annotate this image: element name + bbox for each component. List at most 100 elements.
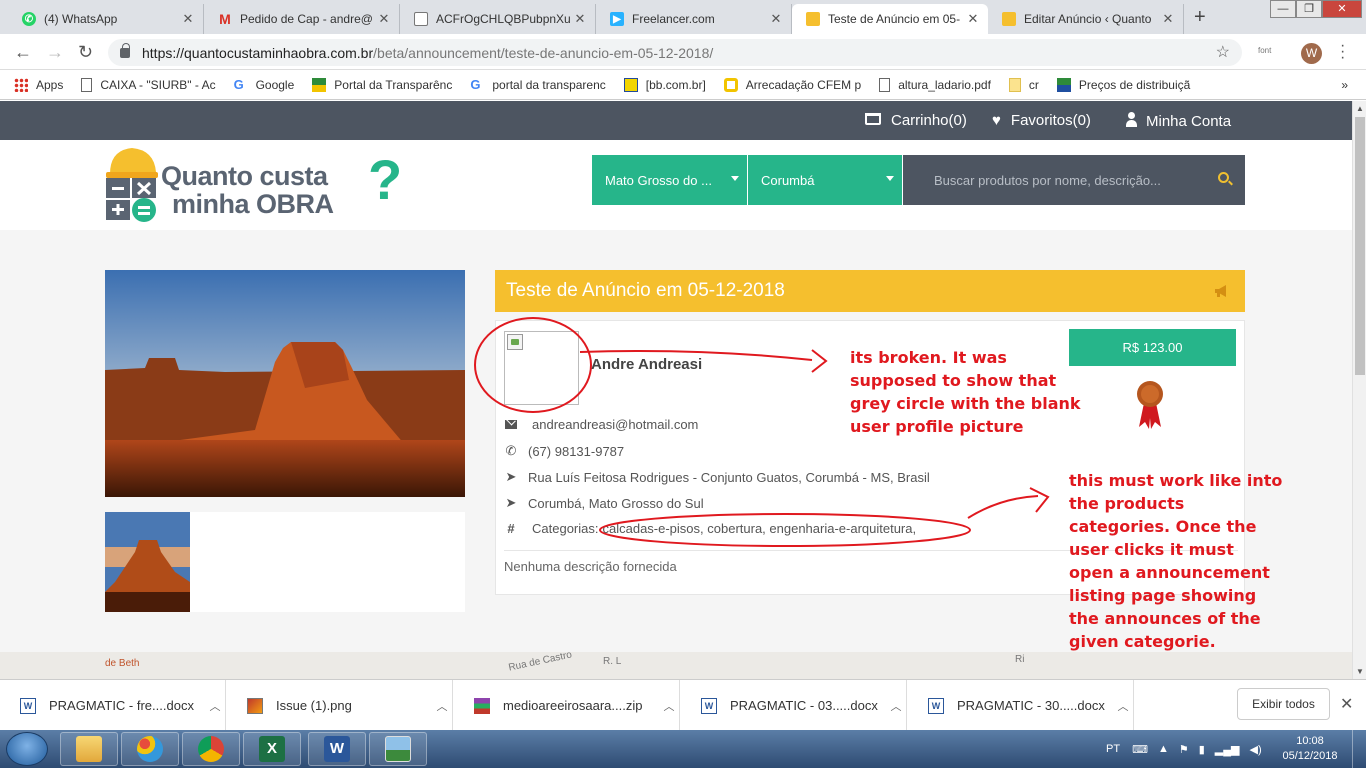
bookmark-google[interactable]: G Google [233, 76, 295, 92]
favorites-link[interactable]: ♥ Favoritos(0) [992, 112, 1091, 129]
scrollbar-thumb[interactable] [1355, 117, 1365, 375]
paint-palette-icon [137, 736, 163, 762]
power-icon[interactable]: ▮ [1199, 743, 1205, 756]
window-close-button[interactable]: ✕ [1322, 0, 1362, 18]
broken-image-icon [507, 334, 523, 350]
close-icon[interactable]: ✕ [181, 11, 195, 27]
tab-active-announcement[interactable]: Teste de Anúncio em 05- ✕ [792, 4, 988, 34]
download-item[interactable]: W PRAGMATIC - fre....docx ︿ [0, 680, 226, 731]
bookmark-cr[interactable]: cr [1008, 77, 1039, 92]
bookmark-precos[interactable]: Preços de distribuiçã [1056, 77, 1190, 92]
show-desktop-button[interactable] [1352, 730, 1366, 768]
photo-thumbnail-row [105, 512, 465, 612]
chevron-up-icon[interactable]: ︿ [205, 698, 225, 714]
downloads-bar: W PRAGMATIC - fre....docx ︿ Issue (1).pn… [0, 679, 1366, 731]
location-map[interactable]: de Beth R. L Rua de Castro Ri [0, 649, 1352, 679]
taskbar-photo-viewer[interactable] [369, 732, 427, 766]
profile-avatar[interactable]: W [1301, 43, 1322, 64]
chevron-up-icon[interactable]: ︿ [432, 698, 452, 714]
tab-gmail[interactable]: M Pedido de Cap - andre@ ✕ [204, 4, 400, 34]
network-icon[interactable]: ▂▄▆ [1215, 743, 1240, 756]
scroll-down-icon[interactable]: ▼ [1356, 667, 1364, 676]
tab-freelancer[interactable]: ▶ Freelancer.com ✕ [596, 4, 792, 34]
account-link[interactable]: Minha Conta [1126, 112, 1231, 130]
tab-edit-announcement[interactable]: Editar Anúncio ‹ Quanto ✕ [988, 4, 1184, 34]
phone-icon: ✆ [505, 443, 517, 458]
bookmark-bb[interactable]: [bb.com.br] [623, 77, 706, 92]
tab-document[interactable]: ACFrOgCHLQBPubpnXu ✕ [400, 4, 596, 34]
photo-thumbnail[interactable] [105, 512, 190, 612]
minimize-button[interactable]: — [1270, 0, 1296, 18]
bookmark-star-icon[interactable]: ☆ [1216, 42, 1230, 62]
menu-icon[interactable]: · · · [1340, 38, 1345, 66]
url-path: /beta/announcement/teste-de-anuncio-em-0… [373, 44, 714, 61]
word-icon: W [324, 736, 350, 762]
show-all-downloads-button[interactable]: Exibir todos [1237, 688, 1330, 720]
start-button[interactable] [6, 732, 48, 766]
folder-icon [1008, 77, 1021, 92]
close-icon[interactable]: ✕ [1340, 694, 1353, 714]
city-select[interactable]: Corumbá [748, 155, 902, 205]
url-field[interactable]: https://quantocustaminhaobra.com.br/beta… [108, 39, 1242, 66]
search-icon[interactable] [1218, 172, 1229, 183]
download-item[interactable]: medioareeirosaara....zip ︿ [454, 680, 680, 731]
new-tab-button[interactable]: + [1194, 6, 1206, 29]
browser-tab-strip: ✆ (4) WhatsApp ✕ M Pedido de Cap - andre… [0, 0, 1366, 34]
chevron-up-icon[interactable]: ︿ [886, 698, 906, 714]
maximize-button[interactable]: ❐ [1296, 0, 1322, 18]
chevron-up-icon[interactable]: ︿ [1113, 698, 1133, 714]
taskbar-chrome[interactable] [182, 732, 240, 766]
bookmark-portal-transparencia[interactable]: Portal da Transparênc [312, 77, 452, 92]
scroll-up-icon[interactable]: ▲ [1356, 104, 1364, 113]
forward-icon[interactable]: → [46, 42, 64, 63]
tab-whatsapp[interactable]: ✆ (4) WhatsApp ✕ [8, 4, 204, 34]
close-icon[interactable]: ✕ [769, 11, 783, 27]
annotation-line: open a announcement [1069, 563, 1270, 582]
keyboard-icon[interactable]: ⌨ [1132, 743, 1148, 756]
bookmark-portal-transparencia-2[interactable]: G portal da transparenc [470, 76, 605, 92]
taskbar-paint[interactable] [121, 732, 179, 766]
bookmark-caixa[interactable]: CAIXA - "SIURB" - Ac [81, 77, 216, 92]
close-icon[interactable]: ✕ [966, 11, 980, 27]
taskbar-explorer[interactable] [60, 732, 118, 766]
tab-title: Freelancer.com [632, 12, 715, 26]
bookmark-apps[interactable]: Apps [14, 77, 63, 92]
seller-email[interactable]: andreandreasi@hotmail.com [532, 417, 698, 432]
google-icon: G [470, 76, 481, 92]
close-icon[interactable]: ✕ [573, 11, 587, 27]
close-icon[interactable]: ✕ [377, 11, 391, 27]
show-hidden-icons-icon[interactable]: ▲ [1158, 743, 1169, 755]
annotation-line: user profile picture [850, 417, 1024, 436]
close-icon[interactable]: ✕ [1161, 11, 1175, 27]
categories-list[interactable]: calcadas-e-pisos, cobertura, engenharia-… [602, 521, 916, 536]
announcement-main-photo[interactable] [105, 270, 465, 497]
flag-icon[interactable]: ⚑ [1179, 743, 1189, 756]
site-icon [1002, 12, 1016, 26]
download-item[interactable]: Issue (1).png ︿ [227, 680, 453, 731]
cart-link[interactable]: Carrinho(0) [865, 112, 967, 129]
font-extension-icon[interactable]: font [1258, 46, 1271, 55]
taskbar-word[interactable]: W [308, 732, 366, 766]
download-item[interactable]: W PRAGMATIC - 03.....docx ︿ [681, 680, 907, 731]
favorites-label: Favoritos(0) [1010, 112, 1091, 129]
annotation-line: its broken. It was [850, 348, 1007, 367]
product-search-input[interactable]: Buscar produtos por nome, descrição... [903, 155, 1245, 205]
download-item[interactable]: W PRAGMATIC - 30.....docx ︿ [908, 680, 1134, 731]
bookmark-altura-ladario[interactable]: altura_ladario.pdf [879, 77, 991, 92]
language-indicator[interactable]: PT [1106, 743, 1120, 755]
bb-icon [623, 77, 638, 92]
excel-icon: X [259, 736, 285, 762]
volume-icon[interactable]: ◀) [1250, 743, 1262, 756]
taskbar-excel[interactable]: X [243, 732, 301, 766]
google-icon: G [233, 76, 244, 92]
bookmark-cfem[interactable]: Arrecadação CFEM p [723, 77, 861, 92]
site-logo[interactable]: Quanto custa minha OBRA ? [104, 144, 414, 224]
reload-icon[interactable]: ↻ [78, 42, 93, 63]
state-select[interactable]: Mato Grosso do ... [592, 155, 747, 205]
chevron-up-icon[interactable]: ︿ [659, 698, 679, 714]
page-scrollbar[interactable]: ▲ ▼ [1352, 101, 1366, 679]
back-icon[interactable]: ← [14, 42, 32, 63]
taskbar-clock[interactable]: 10:08 05/12/2018 [1280, 734, 1340, 764]
account-label: Minha Conta [1146, 112, 1232, 130]
bookmarks-overflow-button[interactable]: » [1341, 78, 1348, 92]
